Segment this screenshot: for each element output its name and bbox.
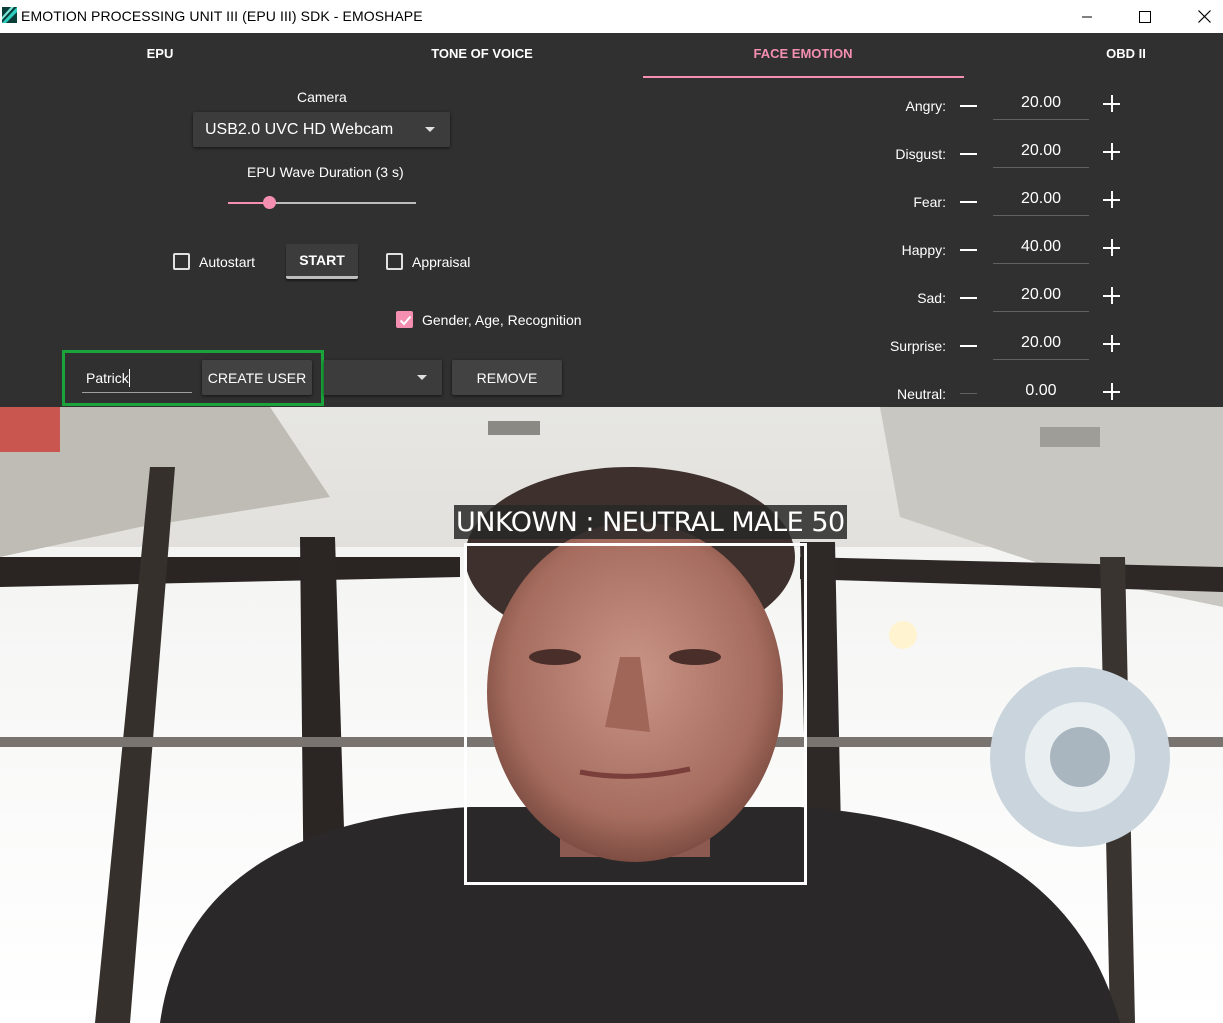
- minus-icon[interactable]: [960, 240, 978, 260]
- emotion-row-surprise: Surprise: 20.00: [860, 326, 1130, 366]
- plus-icon[interactable]: [1103, 383, 1121, 401]
- appraisal-label: Appraisal: [412, 254, 471, 270]
- minus-icon[interactable]: [960, 144, 978, 164]
- maximize-button[interactable]: [1122, 0, 1168, 33]
- plus-icon[interactable]: [1103, 191, 1121, 209]
- chevron-down-icon: [417, 375, 427, 380]
- emotion-label: Disgust:: [895, 146, 946, 162]
- face-detection-label: UNKOWN : NEUTRAL MALE 50: [454, 505, 847, 539]
- wave-duration-label: EPU Wave Duration (3 s): [247, 164, 404, 180]
- emotion-value-field[interactable]: 20.00: [993, 134, 1089, 168]
- emotion-value-field[interactable]: 20.00: [993, 278, 1089, 312]
- emotion-value-field[interactable]: 20.00: [993, 86, 1089, 120]
- minus-icon: [960, 384, 978, 404]
- emotion-value-field[interactable]: 20.00: [993, 326, 1089, 360]
- plus-icon[interactable]: [1103, 95, 1121, 113]
- emotion-value-field[interactable]: 0.00: [993, 374, 1089, 408]
- emotion-value-field[interactable]: 20.00: [993, 182, 1089, 216]
- emotion-row-angry: Angry: 20.00: [860, 86, 1130, 126]
- emotion-label: Happy:: [901, 242, 946, 258]
- wave-duration-slider[interactable]: [228, 196, 416, 209]
- start-button[interactable]: START: [286, 244, 358, 279]
- plus-icon[interactable]: [1103, 335, 1121, 353]
- emotion-value-field[interactable]: 40.00: [993, 230, 1089, 264]
- remove-button[interactable]: REMOVE: [452, 360, 562, 395]
- emotion-label: Neutral:: [896, 386, 946, 402]
- minus-icon[interactable]: [960, 96, 978, 116]
- camera-feed: UNKOWN : NEUTRAL MALE 50: [0, 407, 1223, 1023]
- emotion-row-fear: Fear: 20.00: [860, 182, 1130, 222]
- minus-icon[interactable]: [960, 288, 978, 308]
- autostart-checkbox[interactable]: [173, 253, 190, 270]
- minus-icon[interactable]: [960, 336, 978, 356]
- camera-select-value: USB2.0 UVC HD Webcam: [205, 121, 394, 138]
- minimize-icon: [1082, 16, 1092, 17]
- minimize-button[interactable]: [1064, 0, 1110, 33]
- emotion-label: Fear:: [913, 194, 946, 210]
- plus-icon[interactable]: [1103, 143, 1121, 161]
- gender-age-recognition-checkbox[interactable]: [396, 311, 413, 328]
- emotion-row-happy: Happy: 40.00: [860, 230, 1130, 270]
- close-button[interactable]: [1181, 0, 1223, 33]
- emotion-label: Angry:: [905, 98, 946, 114]
- gender-age-recognition-label: Gender, Age, Recognition: [422, 312, 582, 328]
- emotion-label: Sad:: [917, 290, 946, 306]
- close-icon: [1197, 10, 1211, 23]
- face-bounding-box: [464, 543, 807, 885]
- window-title: EMOTION PROCESSING UNIT III (EPU III) SD…: [21, 8, 423, 24]
- chevron-down-icon: [425, 127, 435, 132]
- plus-icon[interactable]: [1103, 287, 1121, 305]
- emotion-row-sad: Sad: 20.00: [860, 278, 1130, 318]
- slider-thumb[interactable]: [263, 196, 277, 209]
- user-select[interactable]: [324, 360, 442, 395]
- tab-obd-ii[interactable]: OBD II: [1096, 46, 1156, 61]
- emotion-label: Surprise:: [889, 338, 946, 354]
- username-input-value: Patrick: [86, 370, 129, 386]
- plus-icon[interactable]: [1103, 239, 1121, 257]
- emoshape-logo-icon: [2, 7, 17, 23]
- active-tab-indicator: [643, 76, 964, 78]
- title-bar: EMOTION PROCESSING UNIT III (EPU III) SD…: [0, 0, 1223, 33]
- tab-tone-of-voice[interactable]: TONE OF VOICE: [412, 46, 552, 61]
- camera-select[interactable]: USB2.0 UVC HD Webcam: [193, 112, 450, 147]
- appraisal-checkbox[interactable]: [386, 253, 403, 270]
- autostart-label: Autostart: [199, 254, 256, 270]
- emotion-row-disgust: Disgust: 20.00: [860, 134, 1130, 174]
- text-caret: [129, 369, 130, 387]
- tab-epu[interactable]: EPU: [130, 46, 190, 61]
- check-icon: [399, 315, 412, 326]
- create-user-button[interactable]: CREATE USER: [202, 360, 312, 395]
- maximize-icon: [1139, 10, 1151, 23]
- tab-face-emotion[interactable]: FACE EMOTION: [733, 46, 873, 61]
- minus-icon[interactable]: [960, 192, 978, 212]
- username-input[interactable]: Patrick: [82, 366, 192, 393]
- camera-label: Camera: [297, 89, 347, 105]
